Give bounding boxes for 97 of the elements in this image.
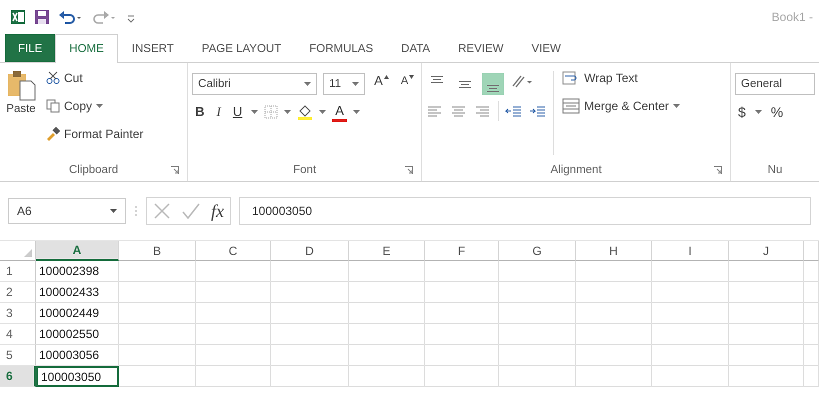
dialog-launcher-icon[interactable]: [714, 166, 722, 174]
window-title: Book1 -: [772, 10, 813, 24]
dialog-launcher-icon[interactable]: [171, 166, 180, 174]
table-cell: [804, 345, 819, 366]
currency-button[interactable]: $: [735, 101, 749, 123]
table-cell: 100002398: [36, 261, 119, 282]
checkmark-icon[interactable]: [181, 202, 201, 220]
fill-color-icon[interactable]: [297, 104, 314, 120]
caret-icon: [284, 110, 292, 114]
row-header[interactable]: 3: [0, 303, 36, 324]
column-header[interactable]: J: [729, 241, 804, 261]
merge-center-button[interactable]: Merge & Center: [560, 95, 682, 117]
ribbon-tab[interactable]: FORMULAS: [295, 34, 388, 62]
row-header[interactable]: 6: [0, 366, 36, 387]
row-header[interactable]: 2: [0, 282, 36, 303]
merge-cells-icon: [562, 98, 580, 114]
table-cell: [804, 324, 819, 345]
caret-icon: [96, 104, 104, 108]
copy-icon: [46, 99, 60, 113]
italic-button[interactable]: I: [214, 101, 224, 123]
caret-icon: [352, 110, 360, 114]
column-header[interactable]: C: [196, 241, 271, 261]
vertical-align-button[interactable]: [482, 73, 504, 95]
caret-icon: [352, 82, 360, 86]
ribbon-tab[interactable]: PAGE LAYOUT: [188, 34, 296, 62]
down-caret-icon: [409, 75, 414, 79]
undo-icon[interactable]: [58, 9, 84, 25]
wrap-text-button[interactable]: Wrap Text: [560, 67, 682, 89]
group-label: Clipboard: [68, 164, 118, 176]
table-cell: 100002449: [36, 303, 119, 324]
text-orientation-icon[interactable]: [510, 73, 534, 89]
scissors-icon: [46, 71, 60, 85]
table-cell: 100002433: [36, 282, 119, 303]
caret-icon: [754, 110, 762, 114]
percent-button[interactable]: %: [768, 101, 786, 123]
insert-function-button[interactable]: fx: [211, 200, 224, 222]
column-header[interactable]: G: [499, 241, 576, 261]
select-all-corner[interactable]: [0, 241, 36, 261]
ribbon-tab[interactable]: HOME: [55, 34, 118, 63]
bold-button[interactable]: B: [192, 101, 208, 123]
save-icon[interactable]: [34, 9, 50, 25]
ribbon-tab[interactable]: FILE: [5, 34, 56, 62]
column-header[interactable]: [804, 241, 819, 261]
borders-icon[interactable]: [264, 105, 278, 119]
group-label: Nu: [768, 164, 782, 176]
format-painter-button[interactable]: Format Painter: [44, 123, 146, 145]
font-name-field[interactable]: Calibri: [192, 73, 318, 95]
table-cell: 100003050: [36, 366, 119, 387]
column-header[interactable]: I: [652, 241, 729, 261]
paste-button[interactable]: Paste: [4, 67, 38, 159]
number-format-field[interactable]: General: [735, 73, 815, 95]
cancel-icon[interactable]: [153, 202, 171, 220]
column-header[interactable]: D: [271, 241, 349, 261]
brush-icon: [46, 127, 60, 141]
align-lines-icon: [459, 80, 472, 88]
group-label: Font: [293, 164, 316, 176]
caret-icon: [251, 110, 258, 114]
dialog-launcher-icon[interactable]: [405, 166, 414, 174]
grip-icon: [134, 205, 138, 217]
table-cell: 100003056: [36, 345, 119, 366]
column-header[interactable]: A: [36, 241, 119, 261]
font-size-field[interactable]: 11: [323, 73, 366, 95]
up-caret-icon: [384, 75, 389, 79]
ribbon-tab[interactable]: REVIEW: [444, 34, 518, 62]
column-header[interactable]: E: [349, 241, 425, 261]
caret-icon: [304, 82, 312, 86]
underline-button[interactable]: U: [230, 101, 246, 123]
table-cell: [804, 282, 819, 303]
row-header[interactable]: 4: [0, 324, 36, 345]
caret-icon: [319, 110, 326, 114]
align-lines-icon: [487, 85, 500, 92]
cut-button[interactable]: Cut: [44, 67, 146, 89]
formula-input[interactable]: 100003050: [239, 197, 811, 225]
table-cell: [804, 366, 819, 387]
row-header[interactable]: 1: [0, 261, 36, 282]
redo-icon[interactable]: [92, 9, 118, 25]
corner-triangle-icon: [24, 249, 32, 257]
shrink-font-button[interactable]: A: [398, 70, 418, 92]
group-label: Alignment: [550, 164, 602, 176]
table-cell: 100002550: [36, 324, 119, 345]
caret-icon: [110, 208, 117, 214]
clipboard-icon: [6, 69, 36, 101]
copy-button[interactable]: Copy: [44, 95, 146, 117]
ribbon-tab[interactable]: VIEW: [517, 34, 575, 62]
ribbon-tab[interactable]: DATA: [387, 34, 444, 62]
excel-logo-icon: [10, 9, 26, 25]
table-cell: [804, 261, 819, 282]
column-header[interactable]: F: [425, 241, 499, 261]
table-cell: [804, 303, 819, 324]
name-box[interactable]: A6: [8, 198, 126, 224]
align-lines-icon: [431, 76, 444, 83]
font-color-button[interactable]: A: [332, 102, 347, 122]
column-header[interactable]: H: [576, 241, 652, 261]
caret-icon: [672, 104, 680, 108]
grow-font-button[interactable]: A: [371, 70, 392, 92]
ribbon-tab[interactable]: INSERT: [118, 34, 188, 62]
column-header[interactable]: B: [119, 241, 196, 261]
